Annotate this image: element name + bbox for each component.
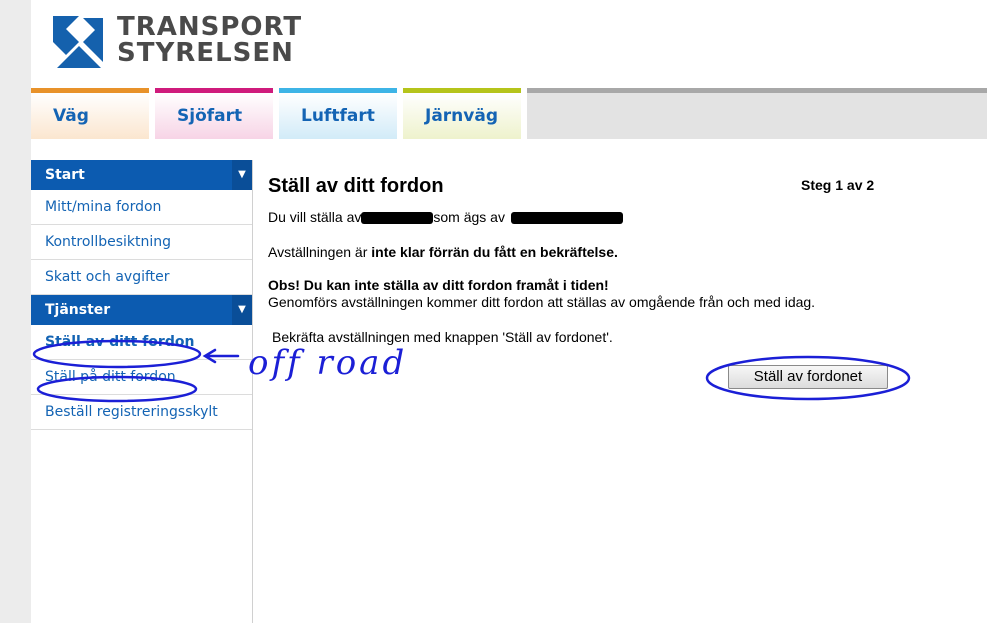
sidebar-item-bestall-registreringsskylt[interactable]: Beställ registreringsskylt <box>31 395 252 430</box>
main-navigation-tabs: Väg Sjöfart Luftfart Järnväg <box>31 88 987 139</box>
notice-text: Avställningen är <box>268 244 372 260</box>
chevron-down-icon[interactable]: ▼ <box>232 295 252 325</box>
sidebar-item-stall-pa-ditt-fordon[interactable]: Ställ på ditt fordon <box>31 360 252 395</box>
sidebar-item-skatt-och-avgifter[interactable]: Skatt och avgifter <box>31 260 252 295</box>
step-indicator: Steg 1 av 2 <box>801 177 875 193</box>
info-text: Genomförs avställningen kommer ditt ford… <box>268 294 816 310</box>
sidebar-item-mitt-mina-fordon[interactable]: Mitt/mina fordon <box>31 190 252 225</box>
sidebar-heading-label: Tjänster <box>45 302 111 318</box>
obs-warning: Obs! Du kan inte ställa av ditt fordon f… <box>268 277 609 293</box>
sidebar: Start ▼ Mitt/mina fordon Kontrollbesiktn… <box>31 160 253 623</box>
tab-sjofart[interactable]: Sjöfart <box>155 88 273 139</box>
logo-wordmark: TRANSPORT STYRELSEN <box>117 14 302 66</box>
stall-av-fordonet-button[interactable]: Ställ av fordonet <box>728 365 888 389</box>
tab-vag[interactable]: Väg <box>31 88 149 139</box>
confirmation-notice: Avställningen är inte klar förrän du fåt… <box>268 244 618 260</box>
page: TRANSPORT STYRELSEN Väg Sjöfart Luftfart… <box>31 0 987 623</box>
owner-intro-text: som ägs av <box>433 209 505 225</box>
tab-label: Sjöfart <box>155 93 273 139</box>
tab-label: Luftfart <box>279 93 397 139</box>
tab-label: Väg <box>31 93 149 139</box>
vehicle-owner-line: Du vill ställa av som ägs av <box>268 209 623 225</box>
notice-bold-text: inte klar förrän du fått en bekräftelse. <box>371 244 618 260</box>
sidebar-heading-label: Start <box>45 167 85 183</box>
logo[interactable]: TRANSPORT STYRELSEN <box>53 14 301 68</box>
sidebar-heading-tjanster[interactable]: Tjänster ▼ <box>31 295 252 325</box>
chevron-down-icon[interactable]: ▼ <box>232 160 252 190</box>
tab-label: Järnväg <box>403 93 521 139</box>
logo-line-2: STYRELSEN <box>117 38 294 68</box>
transportstyrelsen-logo-icon <box>53 16 103 68</box>
sidebar-heading-start[interactable]: Start ▼ <box>31 160 252 190</box>
handwritten-note: off road <box>248 343 408 383</box>
logo-line-1: TRANSPORT <box>117 12 303 42</box>
tab-jarnvag[interactable]: Järnväg <box>403 88 521 139</box>
tab-filler <box>527 88 987 139</box>
vehicle-intro-text: Du vill ställa av <box>268 209 362 225</box>
tab-luftfart[interactable]: Luftfart <box>279 88 397 139</box>
left-margin-strip <box>0 0 31 623</box>
redacted-vehicle <box>361 212 434 225</box>
sidebar-item-stall-av-ditt-fordon[interactable]: Ställ av ditt fordon <box>31 325 252 360</box>
sidebar-item-kontrollbesiktning[interactable]: Kontrollbesiktning <box>31 225 252 260</box>
redacted-owner <box>510 212 623 225</box>
